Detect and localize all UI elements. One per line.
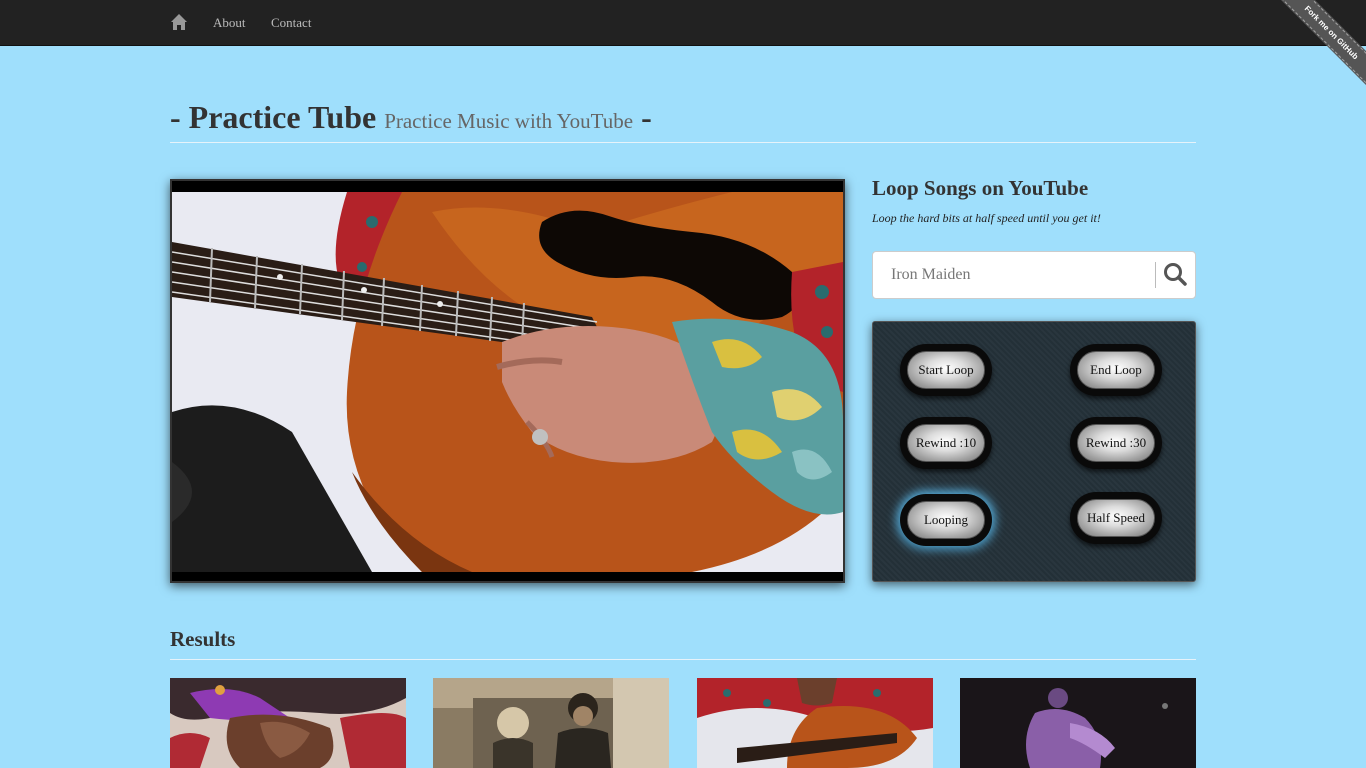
video-player[interactable] xyxy=(170,179,845,583)
nav-about-link[interactable]: About xyxy=(213,15,246,31)
result-thumbnail[interactable] xyxy=(170,678,406,768)
end-loop-label: End Loop xyxy=(1077,351,1155,389)
home-icon[interactable] xyxy=(170,13,188,31)
search-icon[interactable] xyxy=(1160,260,1192,290)
half-speed-button[interactable]: Half Speed xyxy=(1070,492,1162,544)
start-loop-button[interactable]: Start Loop xyxy=(900,344,992,396)
side-subtitle: Loop the hard bits at half speed until y… xyxy=(872,211,1101,225)
search-box xyxy=(872,251,1196,299)
loop-controls-panel: Start Loop End Loop Rewind :10 Rewind :3… xyxy=(872,321,1196,582)
looping-toggle-button[interactable]: Looping xyxy=(900,494,992,546)
side-title: Loop Songs on YouTube xyxy=(872,176,1089,200)
app-subtitle: Practice Music with YouTube xyxy=(384,109,634,133)
github-ribbon-wrapper: Fork me on GitHub xyxy=(1266,0,1366,100)
result-thumbnail[interactable] xyxy=(697,678,933,768)
page-header: - Practice Tube Practice Music with YouT… xyxy=(170,98,1196,143)
app-title: Practice Tube xyxy=(188,99,377,135)
rewind-30-button[interactable]: Rewind :30 xyxy=(1070,417,1162,469)
start-loop-label: Start Loop xyxy=(907,351,985,389)
result-thumbnail[interactable] xyxy=(433,678,669,768)
result-thumbnail[interactable] xyxy=(960,678,1196,768)
rewind-10-button[interactable]: Rewind :10 xyxy=(900,417,992,469)
search-input[interactable] xyxy=(874,253,1152,297)
fork-github-ribbon[interactable]: Fork me on GitHub xyxy=(1269,0,1366,100)
search-divider xyxy=(1155,262,1156,288)
navbar: About Contact xyxy=(0,0,1366,46)
half-speed-label: Half Speed xyxy=(1077,499,1155,537)
looping-label: Looping xyxy=(907,501,985,539)
rewind-10-label: Rewind :10 xyxy=(907,424,985,462)
page-title: - Practice Tube Practice Music with YouT… xyxy=(170,99,652,135)
results-heading: Results xyxy=(170,627,1196,660)
nav-contact-link[interactable]: Contact xyxy=(271,15,311,31)
rewind-30-label: Rewind :30 xyxy=(1077,424,1155,462)
end-loop-button[interactable]: End Loop xyxy=(1070,344,1162,396)
video-frame-image xyxy=(172,192,843,572)
